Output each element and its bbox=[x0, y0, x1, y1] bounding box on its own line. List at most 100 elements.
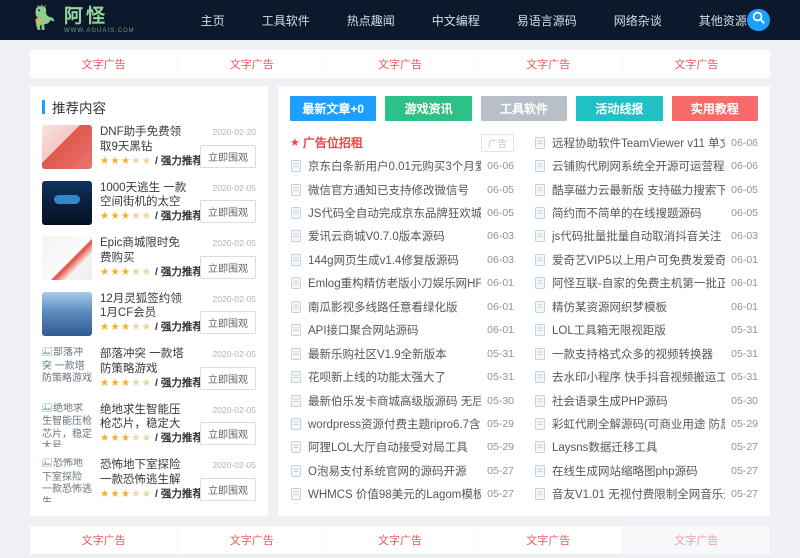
text-ad-link[interactable]: 文字广告 bbox=[473, 50, 622, 78]
nav-item-eyuyan-source[interactable]: 易语言源码 bbox=[517, 12, 577, 29]
recommended-item[interactable]: 部落冲突 一款塔防策略游戏 部落冲突 一款塔防策略游戏 ★★★★★ / 强力推荐… bbox=[42, 340, 256, 396]
nav-item-tools[interactable]: 工具软件 bbox=[262, 12, 310, 29]
star-rating-icon: ★★★ bbox=[100, 432, 132, 444]
text-ad-link[interactable]: 文字广告 bbox=[473, 526, 622, 554]
category-tutorials[interactable]: 实用教程 bbox=[671, 96, 759, 121]
recommended-item[interactable]: 1000天逃生 一款空间街机的太空模拟经营游戏 ★★★★★ / 强力推荐 202… bbox=[42, 174, 256, 230]
nav-item-network-talk[interactable]: 网络杂谈 bbox=[614, 12, 662, 29]
article-date: 06-05 bbox=[731, 183, 758, 196]
article-row[interactable]: js代码批量批量自动取消抖音关注 06-03 bbox=[534, 225, 758, 248]
document-icon bbox=[534, 160, 546, 173]
text-ad-link[interactable]: 文字广告 bbox=[621, 50, 771, 78]
article-date: 05-27 bbox=[731, 441, 758, 454]
document-icon bbox=[534, 183, 546, 196]
recommended-item[interactable]: DNF助手免费领取9天黑钻 ★★★★★ / 强力推荐 2020-02-20 立即… bbox=[42, 118, 256, 174]
text-ad-link[interactable]: 文字广告 bbox=[621, 526, 771, 554]
category-latest-articles[interactable]: 最新文章+0 bbox=[290, 96, 377, 121]
top-navbar: 阿怪 WWW.AGUAIS.COM 主页 工具软件 热点趣闻 中文编程 易语言源… bbox=[0, 0, 800, 40]
article-date: 06-05 bbox=[487, 207, 514, 220]
nav-item-home[interactable]: 主页 bbox=[201, 12, 225, 29]
article-row[interactable]: 精仿某资源网织梦模板 06-01 bbox=[534, 295, 758, 318]
category-tools[interactable]: 工具软件 bbox=[480, 96, 568, 121]
document-icon bbox=[534, 441, 546, 454]
site-title: 阿怪 bbox=[64, 4, 109, 27]
ad-slot-row[interactable]: ★ 广告位招租 广告 bbox=[290, 131, 514, 154]
document-icon bbox=[290, 371, 302, 384]
article-thumbnail bbox=[42, 291, 92, 336]
article-thumbnail bbox=[42, 180, 92, 225]
broken-image-icon bbox=[42, 402, 52, 417]
article-date: 06-01 bbox=[487, 324, 514, 337]
article-row[interactable]: LOL工具箱无限视距版 05-31 bbox=[534, 319, 758, 342]
article-row[interactable]: 阿怪互联-自家的免费主机第一批正式开启06-01 bbox=[534, 272, 758, 295]
site-logo[interactable]: 阿怪 WWW.AGUAIS.COM bbox=[30, 3, 135, 37]
article-row[interactable]: 最新乐购社区V1.9全新版本 05-31 bbox=[290, 342, 514, 365]
category-game-news[interactable]: 游戏资讯 bbox=[385, 96, 472, 121]
document-icon bbox=[534, 488, 546, 501]
article-date: 06-03 bbox=[487, 230, 514, 243]
document-icon bbox=[534, 230, 546, 243]
sidebar-title: 推荐内容 bbox=[42, 96, 256, 118]
text-ad-link[interactable]: 文字广告 bbox=[325, 50, 474, 78]
text-ad-link[interactable]: 文字广告 bbox=[325, 526, 474, 554]
article-row[interactable]: 144g网页生成v1.4修复版源码 06-03 bbox=[290, 248, 514, 271]
article-row[interactable]: 音友V1.01 无视付费限制全网音乐无损免费...05-27 bbox=[534, 483, 758, 506]
text-ad-link[interactable]: 文字广告 bbox=[30, 50, 178, 78]
main-nav: 主页 工具软件 热点趣闻 中文编程 易语言源码 网络杂谈 其他资源 bbox=[201, 12, 747, 29]
article-row[interactable]: 阿狸LOL大厅自动接受对局工具 05-29 bbox=[290, 436, 514, 459]
article-row[interactable]: 简约而不简单的在线搜题源码 06-05 bbox=[534, 201, 758, 224]
document-icon bbox=[290, 230, 302, 243]
article-row[interactable]: 京东白条新用户0.01元购买3个月爱奇艺黄...06-06 bbox=[290, 154, 514, 177]
article-row[interactable]: 云铺购代刷网系统全开源可运营程序搭建06-06 bbox=[534, 154, 758, 177]
search-icon bbox=[751, 10, 766, 30]
article-row[interactable]: API接口聚合网站源码 06-01 bbox=[290, 319, 514, 342]
article-row[interactable]: 一款支持格式众多的视频转换器 05-31 bbox=[534, 342, 758, 365]
article-row[interactable]: 远程协助软件TeamViewer v11 单文件版06-06 bbox=[534, 131, 758, 154]
view-now-button[interactable]: 立即围观 bbox=[200, 477, 256, 501]
article-row[interactable]: WHMCS 价值98美元的Lagom模板开源05-27 bbox=[290, 483, 514, 506]
article-row[interactable]: 去水印小程序 快手抖音视频搬运工上热门...05-31 bbox=[534, 365, 758, 388]
view-now-button[interactable]: 立即围观 bbox=[200, 200, 256, 223]
star-rating-icon: ★★★ bbox=[100, 154, 132, 167]
nav-item-chinese-programming[interactable]: 中文编程 bbox=[432, 12, 480, 29]
search-button[interactable] bbox=[746, 9, 770, 31]
recommended-item[interactable]: 恐怖地下室探险 一款恐怖逃生 恐怖地下室探险 一款恐怖逃生解谜类游戏 ★★★★★… bbox=[42, 451, 256, 507]
article-row[interactable]: 爱讯云商城V0.7.0版本源码 06-03 bbox=[290, 225, 514, 248]
nav-item-hot-news[interactable]: 热点趣闻 bbox=[347, 12, 395, 29]
text-ad-link[interactable]: 文字广告 bbox=[30, 526, 178, 554]
article-row[interactable]: JS代码全自动完成京东品牌狂欢城活动任务06-05 bbox=[290, 201, 514, 224]
view-now-button[interactable]: 立即围观 bbox=[200, 144, 256, 168]
article-row[interactable]: 在线生成网站缩略图php源码 05-27 bbox=[534, 459, 758, 482]
nav-item-other-resources[interactable]: 其他资源 bbox=[699, 12, 747, 29]
recommended-item[interactable]: 12月灵狐签约领1月CF会员 ★★★★★ / 强力推荐 2020-02-05 立… bbox=[42, 285, 256, 341]
article-row[interactable]: 爱奇艺VIP5以上用户可免费发爱奇艺VIP红包06-01 bbox=[534, 248, 758, 271]
article-row[interactable]: 酷享磁力云最新版 支持磁力搜索下载和一...06-05 bbox=[534, 178, 758, 201]
document-icon bbox=[290, 160, 302, 173]
article-row[interactable]: wordpress资源付费主题ripro6.7含美化包...05-29 bbox=[290, 412, 514, 435]
article-row[interactable]: 微信官方通知已支持修改微信号 06-05 bbox=[290, 178, 514, 201]
recommended-item[interactable]: 绝地求生智能压枪芯片，稳定大号 绝地求生智能压枪芯片，稳定大号使用，永久免费 ★… bbox=[42, 396, 256, 452]
article-row[interactable]: 最新伯乐发卡商城高级版源码 无后门 05-30 bbox=[290, 389, 514, 412]
article-row[interactable]: Emlog重构精仿老版小刀娱乐网HFoldao模...06-01 bbox=[290, 272, 514, 295]
text-ad-link[interactable]: 文字广告 bbox=[177, 526, 326, 554]
broken-image-icon bbox=[42, 347, 52, 361]
article-row[interactable]: 南瓜影视多线路任意看绿化版 06-01 bbox=[290, 295, 514, 318]
document-icon bbox=[534, 207, 546, 220]
article-row[interactable]: O泡易支付系统官网的源码开源 05-27 bbox=[290, 459, 514, 482]
view-now-button[interactable]: 立即围观 bbox=[200, 366, 256, 390]
view-now-button[interactable]: 立即围观 bbox=[200, 422, 256, 445]
document-icon bbox=[534, 300, 546, 313]
view-now-button[interactable]: 立即围观 bbox=[200, 311, 256, 334]
article-row[interactable]: 花呗新上线的功能太强大了 05-31 bbox=[290, 365, 514, 388]
article-row[interactable]: 彩虹代刷全解源码(可商业用途 防黑) 05-29 bbox=[534, 412, 758, 435]
recommended-item[interactable]: Epic商城限时免费购买《SUPERHOT》游戏 ★★★★★ / 强力推荐 20… bbox=[42, 229, 256, 285]
document-icon bbox=[534, 371, 546, 384]
article-row[interactable]: Laysns数据迁移工具 05-27 bbox=[534, 436, 758, 459]
article-rating: ★★★★★ / 强力推荐 bbox=[100, 376, 203, 389]
view-now-button[interactable]: 立即围观 bbox=[200, 255, 256, 279]
article-date: 06-01 bbox=[731, 277, 758, 290]
article-row[interactable]: 社会语录生成PHP源码 05-30 bbox=[534, 389, 758, 412]
category-activity-tips[interactable]: 活动线报 bbox=[576, 96, 663, 121]
article-date: 05-27 bbox=[731, 464, 758, 477]
text-ad-link[interactable]: 文字广告 bbox=[177, 50, 326, 78]
